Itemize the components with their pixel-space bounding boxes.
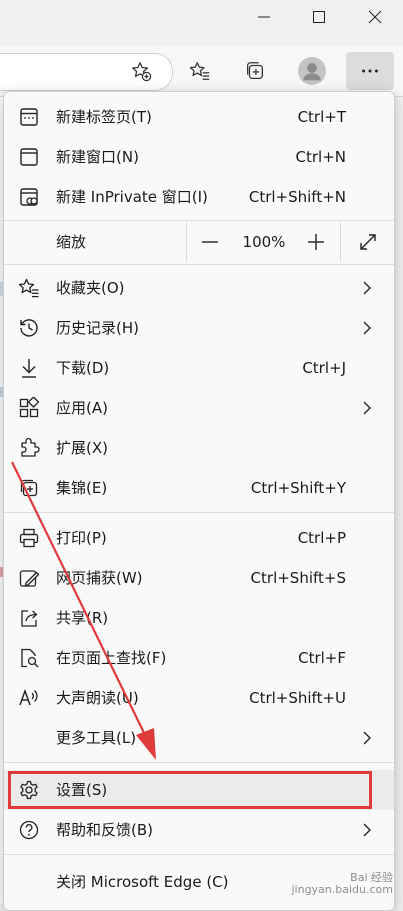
menu-item-label: 下载(D) bbox=[56, 359, 110, 377]
menu-item-shortcut: Ctrl+N bbox=[295, 148, 346, 166]
menu-divider bbox=[4, 854, 394, 855]
fullscreen-button[interactable] bbox=[350, 222, 386, 262]
menu-item-find-on-page[interactable]: 在页面上查找(F) Ctrl+F bbox=[4, 638, 394, 678]
minimize-icon bbox=[258, 16, 270, 18]
menu-item-label: 打印(P) bbox=[56, 529, 107, 547]
menu-item-label: 关闭 Microsoft Edge (C) bbox=[56, 873, 229, 891]
share-icon bbox=[18, 607, 40, 629]
menu-item-more-tools[interactable]: 更多工具(L) bbox=[4, 718, 394, 758]
inprivate-icon bbox=[18, 186, 40, 208]
menu-item-label: 新建标签页(T) bbox=[56, 108, 152, 126]
chevron-right-icon bbox=[363, 321, 371, 335]
maximize-button[interactable] bbox=[291, 0, 347, 34]
new-tab-icon bbox=[18, 106, 40, 128]
chevron-right-icon bbox=[363, 731, 371, 745]
browser-toolbar bbox=[0, 46, 403, 97]
menu-item-extensions[interactable]: 扩展(X) bbox=[4, 428, 394, 468]
maximize-icon bbox=[313, 11, 325, 23]
menu-item-label: 网页捕获(W) bbox=[56, 569, 143, 587]
zoom-out-button[interactable] bbox=[192, 222, 228, 262]
zoom-control: 100% bbox=[186, 222, 394, 262]
menu-divider bbox=[4, 220, 394, 221]
menu-item-zoom: 缩放 100% bbox=[4, 222, 394, 262]
menu-item-label: 更多工具(L) bbox=[56, 729, 137, 747]
menu-item-share[interactable]: 共享(R) bbox=[4, 598, 394, 638]
plus-icon bbox=[308, 234, 324, 250]
menu-item-new-tab[interactable]: 新建标签页(T) Ctrl+T bbox=[4, 97, 394, 137]
menu-item-shortcut: Ctrl+T bbox=[297, 108, 346, 126]
menu-divider bbox=[4, 762, 394, 763]
chevron-right-icon bbox=[363, 401, 371, 415]
menu-item-downloads[interactable]: 下载(D) Ctrl+J bbox=[4, 348, 394, 388]
menu-item-label: 历史记录(H) bbox=[56, 319, 139, 337]
watermark-line: jingyan.baidu.com bbox=[291, 883, 393, 896]
extensions-icon bbox=[18, 437, 40, 459]
star-add-icon bbox=[132, 62, 152, 82]
menu-item-label: 应用(A) bbox=[56, 399, 108, 417]
menu-item-label: 新建 InPrivate 窗口(I) bbox=[56, 188, 208, 206]
menu-item-web-capture[interactable]: 网页捕获(W) Ctrl+Shift+S bbox=[4, 558, 394, 598]
find-icon bbox=[18, 647, 40, 669]
chevron-right-icon bbox=[363, 823, 371, 837]
favorites-icon bbox=[189, 62, 210, 80]
collections-icon bbox=[18, 477, 40, 499]
avatar-icon bbox=[298, 57, 326, 85]
collections-icon bbox=[247, 62, 263, 79]
menu-item-new-window[interactable]: 新建窗口(N) Ctrl+N bbox=[4, 137, 394, 177]
menu-item-shortcut: Ctrl+F bbox=[298, 649, 346, 667]
menu-item-label: 大声朗读(U) bbox=[56, 689, 139, 707]
settings-highlight-box bbox=[8, 771, 372, 809]
menu-item-read-aloud[interactable]: 大声朗读(U) Ctrl+Shift+U bbox=[4, 678, 394, 718]
ellipsis-icon bbox=[362, 69, 378, 73]
apps-icon bbox=[18, 396, 40, 419]
title-bar bbox=[0, 0, 403, 46]
new-window-icon bbox=[18, 146, 40, 168]
menu-item-label: 新建窗口(N) bbox=[56, 148, 139, 166]
menu-item-print[interactable]: 打印(P) Ctrl+P bbox=[4, 518, 394, 558]
watermark: Bai 经验 jingyan.baidu.com bbox=[291, 872, 393, 896]
menu-item-history[interactable]: 历史记录(H) bbox=[4, 308, 394, 348]
menu-divider bbox=[4, 264, 394, 265]
menu-item-shortcut: Ctrl+J bbox=[302, 359, 346, 377]
collections-button[interactable] bbox=[238, 55, 272, 87]
menu-item-shortcut: Ctrl+P bbox=[297, 529, 346, 547]
menu-item-shortcut: Ctrl+Shift+S bbox=[250, 569, 346, 587]
profile-button[interactable] bbox=[295, 55, 329, 87]
close-button[interactable] bbox=[347, 0, 403, 34]
menu-item-shortcut: Ctrl+Shift+Y bbox=[250, 479, 346, 497]
menu-item-label: 共享(R) bbox=[56, 609, 109, 627]
minimize-button[interactable] bbox=[236, 0, 292, 34]
menu-item-help-feedback[interactable]: 帮助和反馈(B) bbox=[4, 810, 394, 850]
menu-item-label: 扩展(X) bbox=[56, 439, 108, 457]
menu-item-apps[interactable]: 应用(A) bbox=[4, 388, 394, 428]
more-button[interactable] bbox=[346, 52, 394, 90]
minus-icon bbox=[202, 241, 218, 243]
menu-item-label: 收藏夹(O) bbox=[56, 279, 125, 297]
read-aloud-icon bbox=[18, 687, 40, 709]
menu-divider bbox=[4, 512, 394, 513]
download-icon bbox=[18, 357, 40, 379]
menu-item-collections[interactable]: 集锦(E) Ctrl+Shift+Y bbox=[4, 468, 394, 508]
menu-item-label: 帮助和反馈(B) bbox=[56, 821, 153, 839]
capture-icon bbox=[18, 567, 40, 589]
menu-item-label: 在页面上查找(F) bbox=[56, 649, 167, 667]
menu-item-favorites[interactable]: 收藏夹(O) bbox=[4, 268, 394, 308]
zoom-in-button[interactable] bbox=[298, 222, 334, 262]
menu-item-shortcut: Ctrl+Shift+U bbox=[249, 689, 346, 707]
fullscreen-icon bbox=[360, 234, 376, 250]
chevron-right-icon bbox=[363, 281, 371, 295]
menu-item-new-inprivate[interactable]: 新建 InPrivate 窗口(I) Ctrl+Shift+N bbox=[4, 177, 394, 217]
close-icon bbox=[368, 10, 382, 24]
favorites-icon bbox=[18, 277, 40, 299]
favorites-button[interactable] bbox=[183, 55, 217, 87]
help-icon bbox=[18, 819, 40, 841]
menu-item-shortcut: Ctrl+Shift+N bbox=[248, 188, 346, 206]
print-icon bbox=[18, 527, 40, 549]
menu-item-label: 集锦(E) bbox=[56, 479, 108, 497]
history-icon bbox=[18, 317, 40, 339]
zoom-value: 100% bbox=[242, 233, 286, 251]
menu-item-label: 缩放 bbox=[56, 233, 87, 251]
add-favorite-button[interactable] bbox=[124, 55, 158, 87]
